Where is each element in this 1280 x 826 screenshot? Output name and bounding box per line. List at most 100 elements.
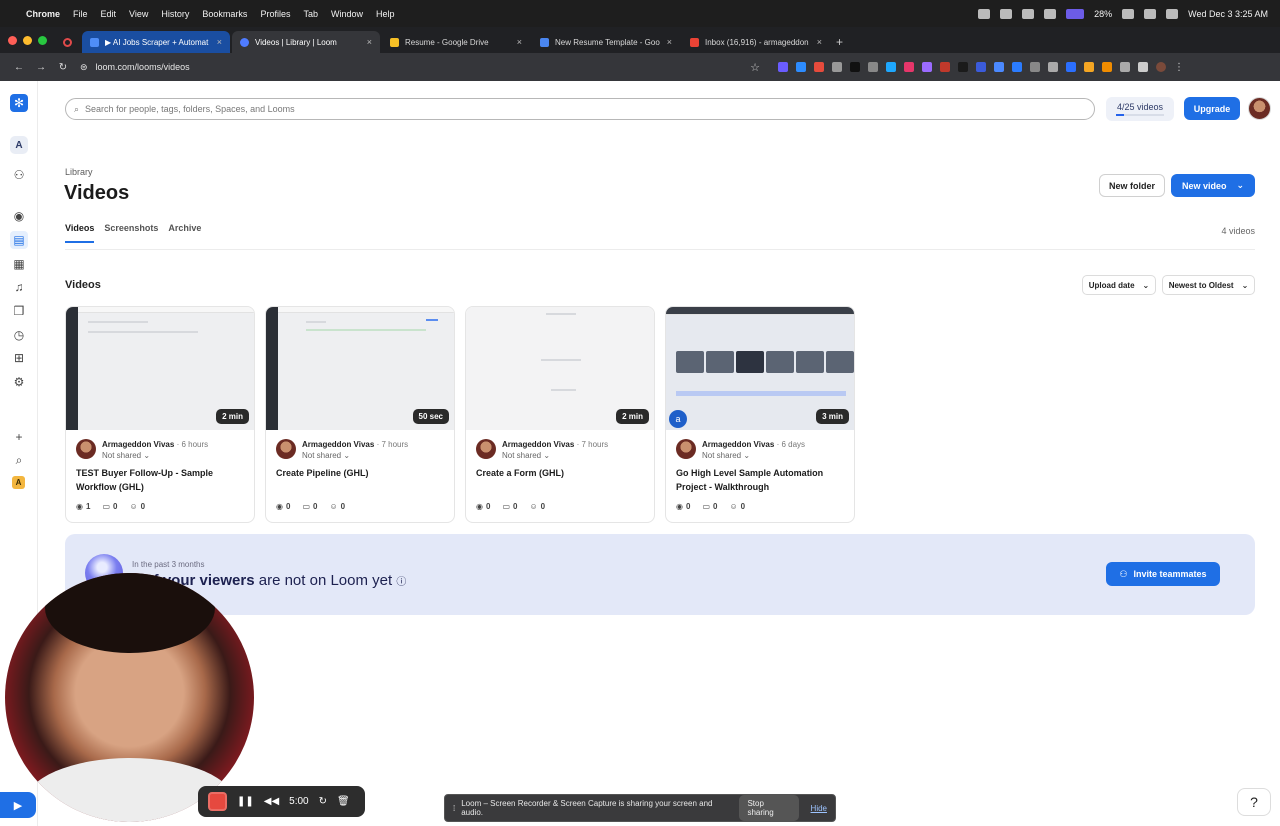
extension-icon[interactable] — [922, 62, 932, 72]
gift-icon[interactable]: ⊞ — [10, 349, 28, 367]
forward-icon[interactable]: → — [30, 62, 52, 73]
extension-icon[interactable] — [940, 62, 950, 72]
back-icon[interactable]: ← — [8, 62, 30, 73]
tab-screenshots[interactable]: Screenshots — [104, 223, 158, 243]
tray-screen-share-icon[interactable] — [1066, 8, 1085, 19]
extension-icon[interactable] — [1012, 62, 1022, 72]
workspace-avatar[interactable]: A — [10, 136, 28, 154]
tray-moon-icon[interactable] — [1022, 8, 1035, 19]
search-icon[interactable] — [1166, 8, 1179, 19]
sort-order-dropdown[interactable]: Newest to Oldest ⌄ — [1162, 275, 1255, 295]
author-name[interactable]: Armageddon Vivas — [702, 440, 774, 449]
site-info-icon[interactable]: ⊜ — [80, 62, 88, 73]
menu-help[interactable]: Help — [376, 9, 395, 19]
tab-videos[interactable]: Videos — [65, 223, 95, 243]
new-video-button[interactable]: New video ⌄ — [1171, 174, 1255, 197]
tray-volume-icon[interactable] — [1044, 8, 1057, 19]
hide-link[interactable]: Hide — [811, 804, 827, 813]
upgrade-button[interactable]: Upgrade — [1184, 97, 1240, 120]
extension-icon[interactable] — [904, 62, 914, 72]
menu-edit[interactable]: Edit — [101, 9, 117, 19]
bookmark-icon[interactable]: ❒ — [10, 302, 28, 320]
battery-icon[interactable] — [1122, 8, 1135, 19]
menu-profiles[interactable]: Profiles — [260, 9, 290, 19]
menu-tab[interactable]: Tab — [303, 9, 318, 19]
video-thumbnail[interactable]: a 3 min — [666, 307, 854, 430]
new-tab-icon[interactable]: + — [836, 31, 843, 53]
extension-icon[interactable] — [850, 62, 860, 72]
extension-icon[interactable] — [994, 62, 1004, 72]
more-menu-icon[interactable]: ⋮ — [1174, 62, 1184, 73]
rewind-icon[interactable]: ◀◀ — [264, 796, 279, 807]
profile-avatar-icon[interactable] — [1156, 62, 1166, 72]
close-tab-icon[interactable]: × — [667, 37, 672, 47]
tab-archive[interactable]: Archive — [168, 223, 201, 243]
help-button[interactable]: ? — [1237, 788, 1271, 816]
minimize-window-button[interactable] — [23, 35, 32, 45]
user-avatar[interactable] — [1248, 97, 1271, 120]
extension-icon[interactable] — [1084, 62, 1094, 72]
add-icon[interactable]: + — [10, 428, 28, 446]
history-clock-icon[interactable]: ◷ — [10, 326, 28, 344]
stop-sharing-button[interactable]: Stop sharing — [739, 795, 799, 821]
tab-google-drive[interactable]: Resume - Google Drive × — [382, 31, 530, 53]
stop-recording-button[interactable] — [208, 792, 227, 811]
menu-view[interactable]: View — [129, 9, 148, 19]
video-title[interactable]: Create Pipeline (GHL) — [276, 466, 446, 480]
video-title[interactable]: Go High Level Sample Automation Project … — [676, 466, 846, 494]
search-icon[interactable]: ⌕ — [10, 451, 28, 469]
invite-teammates-button[interactable]: ⚇ Invite teammates — [1106, 562, 1220, 586]
extension-icon[interactable] — [814, 62, 824, 72]
author-name[interactable]: Armageddon Vivas — [102, 440, 174, 449]
tab-ai-jobs-scraper[interactable]: ▶ AI Jobs Scraper + Automat × — [82, 31, 230, 53]
calendar-icon[interactable]: ▦ — [10, 255, 28, 273]
sort-field-dropdown[interactable]: Upload date ⌄ — [1082, 275, 1156, 295]
bookmark-star-icon[interactable]: ☆ — [750, 61, 760, 74]
tray-cloud-icon[interactable] — [1000, 8, 1013, 19]
trash-icon[interactable]: 🗑 — [337, 796, 350, 807]
tray-app-icon[interactable] — [978, 8, 991, 19]
notifications-bell-icon[interactable]: ♫ — [10, 278, 28, 296]
extension-icon[interactable] — [1102, 62, 1112, 72]
video-card[interactable]: 50 sec Armageddon Vivas · 7 hours Not sh… — [265, 306, 455, 523]
close-window-button[interactable] — [8, 35, 17, 45]
library-icon[interactable]: ▤ — [10, 231, 28, 249]
extension-icon[interactable] — [976, 62, 986, 72]
extension-icon[interactable] — [832, 62, 842, 72]
video-card[interactable]: 2 min Armageddon Vivas · 7 hours Not sha… — [465, 306, 655, 523]
video-thumbnail[interactable]: 2 min — [466, 307, 654, 430]
new-folder-button[interactable]: New folder — [1099, 174, 1165, 197]
extension-icon[interactable] — [868, 62, 878, 72]
wifi-icon[interactable] — [1144, 8, 1157, 19]
menu-app-chrome[interactable]: Chrome — [26, 9, 60, 19]
extension-icon[interactable] — [958, 62, 968, 72]
close-tab-icon[interactable]: × — [367, 37, 372, 47]
video-quota-counter[interactable]: 4/25 videos — [1106, 97, 1174, 121]
share-status-dropdown[interactable]: Not shared ⌄ — [102, 451, 150, 460]
workspace-switch-avatar[interactable]: A — [12, 476, 25, 489]
extension-icon[interactable] — [778, 62, 788, 72]
extension-icon[interactable] — [1120, 62, 1130, 72]
drag-handle-icon[interactable]: ⁞ — [453, 804, 455, 813]
video-thumbnail[interactable]: 2 min — [66, 307, 254, 430]
author-name[interactable]: Armageddon Vivas — [302, 440, 374, 449]
video-card[interactable]: a 3 min Armageddon Vivas · 6 days Not sh… — [665, 306, 855, 523]
camera-toggle-icon[interactable]: ▶ — [0, 792, 36, 818]
loom-logo-icon[interactable]: ✻ — [10, 94, 28, 112]
video-thumbnail[interactable]: 50 sec — [266, 307, 454, 430]
video-title[interactable]: TEST Buyer Follow-Up - Sample Workflow (… — [76, 466, 246, 494]
menu-file[interactable]: File — [73, 9, 88, 19]
camera-bubble[interactable] — [5, 573, 254, 822]
menu-bookmarks[interactable]: Bookmarks — [202, 9, 247, 19]
close-tab-icon[interactable]: × — [817, 37, 822, 47]
share-status-dropdown[interactable]: Not shared ⌄ — [302, 451, 350, 460]
zoom-window-button[interactable] — [38, 35, 47, 45]
tab-loom-videos[interactable]: Videos | Library | Loom × — [232, 31, 380, 53]
extension-icon[interactable] — [796, 62, 806, 72]
reload-icon[interactable]: ↻ — [52, 62, 74, 73]
tab-resume-template[interactable]: New Resume Template - Goo × — [532, 31, 680, 53]
address-bar[interactable]: ⊜ loom.com/looms/videos ☆ — [80, 57, 760, 77]
breadcrumb[interactable]: Library — [65, 167, 93, 177]
close-tab-icon[interactable]: × — [517, 37, 522, 47]
search-input[interactable]: ⌕ Search for people, tags, folders, Spac… — [65, 98, 1095, 120]
